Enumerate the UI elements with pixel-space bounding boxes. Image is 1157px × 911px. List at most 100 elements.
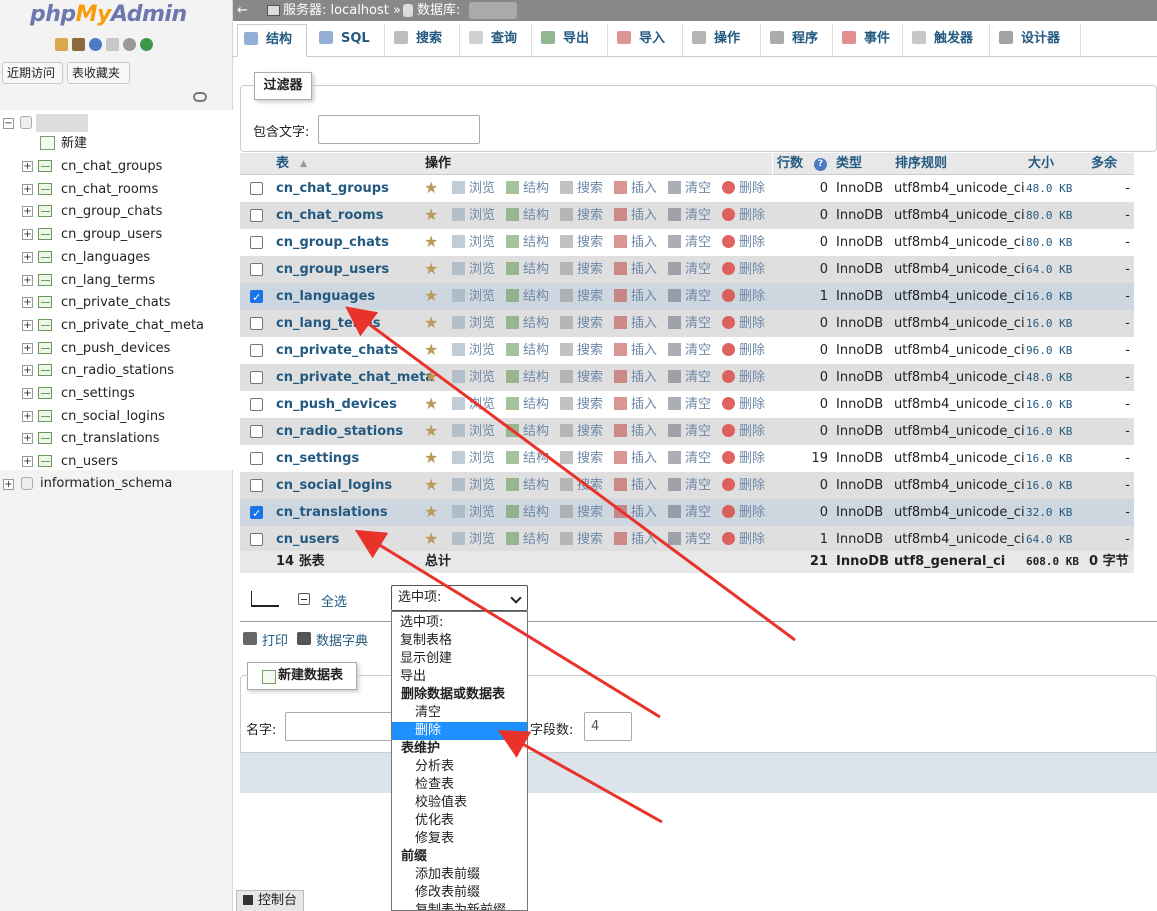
action-insert[interactable]: 插入 — [614, 337, 657, 364]
action-browse[interactable]: 浏览 — [452, 229, 495, 256]
sidebar-table-item[interactable]: cn_languages — [61, 247, 150, 269]
sidebar-table-item[interactable]: cn_group_users — [61, 224, 162, 246]
action-drop[interactable]: 删除 — [722, 256, 765, 283]
action-drop[interactable]: 删除 — [722, 310, 765, 337]
action-browse[interactable]: 浏览 — [452, 310, 495, 337]
row-checkbox[interactable] — [250, 263, 263, 276]
breadcrumb-server[interactable]: 服务器: localhost » — [283, 0, 401, 21]
select-all-checkbox[interactable] — [298, 593, 310, 605]
help-icon[interactable] — [89, 38, 102, 51]
action-insert[interactable]: 插入 — [614, 364, 657, 391]
action-search[interactable]: 搜索 — [560, 364, 603, 391]
favorite-star-icon[interactable]: ★ — [424, 504, 438, 520]
database-name-redacted[interactable] — [36, 114, 88, 132]
action-insert[interactable]: 插入 — [614, 391, 657, 418]
table-row[interactable]: cn_radio_stations ★ 浏览 结构 搜索 插入 清空 删除 0 InnoDB utf… — [240, 418, 1134, 445]
expand-icon[interactable]: + — [22, 229, 33, 241]
dropdown-option[interactable]: 复制表为新前缀 — [392, 902, 527, 910]
row-checkbox[interactable] — [250, 398, 263, 411]
action-insert[interactable]: 插入 — [614, 472, 657, 499]
tab-sql[interactable]: SQL — [313, 24, 385, 57]
sidebar-table-item[interactable]: cn_group_chats — [61, 201, 162, 223]
action-drop[interactable]: 删除 — [722, 283, 765, 310]
table-name-link[interactable]: cn_private_chat_meta — [276, 364, 434, 391]
column-header-table[interactable]: 表 — [276, 153, 289, 175]
reload-icon[interactable] — [140, 38, 153, 51]
action-search[interactable]: 搜索 — [560, 283, 603, 310]
favorite-star-icon[interactable]: ★ — [424, 261, 438, 277]
action-structure[interactable]: 结构 — [506, 229, 549, 256]
settings-gear-icon[interactable] — [123, 38, 136, 51]
row-checkbox[interactable] — [250, 371, 263, 384]
sidebar-table-item[interactable]: cn_chat_rooms — [61, 179, 158, 201]
action-empty[interactable]: 清空 — [668, 310, 711, 337]
tab-routines[interactable]: 程序 — [764, 24, 833, 57]
tab-structure[interactable]: 结构 — [237, 24, 307, 57]
action-structure[interactable]: 结构 — [506, 337, 549, 364]
logout-icon[interactable] — [72, 38, 85, 51]
action-drop[interactable]: 删除 — [722, 337, 765, 364]
action-search[interactable]: 搜索 — [560, 337, 603, 364]
sidebar-table-item[interactable]: cn_chat_groups — [61, 156, 162, 178]
action-insert[interactable]: 插入 — [614, 418, 657, 445]
column-header-overhead[interactable]: 多余 — [1091, 153, 1117, 175]
table-row[interactable]: cn_social_logins ★ 浏览 结构 搜索 插入 清空 删除 0 InnoDB utf8… — [240, 472, 1134, 499]
table-name-link[interactable]: cn_radio_stations — [276, 418, 403, 445]
docs-icon[interactable] — [106, 38, 119, 51]
table-name-link[interactable]: cn_languages — [276, 283, 375, 310]
console-toggle[interactable]: 控制台 — [236, 890, 304, 911]
link-with-main-icon[interactable] — [193, 92, 207, 102]
tab-query[interactable]: 查询 — [463, 24, 532, 57]
favorite-star-icon[interactable]: ★ — [424, 450, 438, 466]
collapse-icon[interactable]: − — [3, 118, 14, 129]
filter-input[interactable] — [318, 115, 480, 144]
sidebar-table-item[interactable]: cn_radio_stations — [61, 360, 174, 382]
expand-icon[interactable]: + — [22, 251, 33, 263]
action-insert[interactable]: 插入 — [614, 445, 657, 472]
tab-triggers[interactable]: 触发器 — [906, 24, 990, 57]
expand-icon[interactable]: + — [22, 161, 33, 172]
action-empty[interactable]: 清空 — [668, 472, 711, 499]
action-drop[interactable]: 删除 — [722, 391, 765, 418]
action-empty[interactable]: 清空 — [668, 202, 711, 229]
row-checkbox[interactable] — [250, 236, 263, 249]
with-selected-select[interactable]: 选中项: — [391, 585, 528, 611]
sidebar-table-item[interactable]: cn_settings — [61, 383, 135, 405]
expand-icon[interactable]: + — [22, 206, 33, 218]
sidebar-db-information-schema[interactable]: information_schema — [40, 473, 172, 495]
favorite-star-icon[interactable]: ★ — [424, 531, 438, 547]
action-structure[interactable]: 结构 — [506, 445, 549, 472]
expand-icon[interactable]: + — [22, 342, 33, 354]
table-row[interactable]: cn_push_devices ★ 浏览 结构 搜索 插入 清空 删除 0 InnoDB utf8m… — [240, 391, 1134, 418]
action-search[interactable]: 搜索 — [560, 472, 603, 499]
recent-button[interactable]: 近期访问 — [2, 62, 63, 84]
action-browse[interactable]: 浏览 — [452, 418, 495, 445]
dropdown-option[interactable]: 显示创建 — [392, 650, 527, 668]
action-empty[interactable]: 清空 — [668, 337, 711, 364]
row-checkbox[interactable] — [250, 344, 263, 357]
table-name-link[interactable]: cn_push_devices — [276, 391, 397, 418]
action-insert[interactable]: 插入 — [614, 310, 657, 337]
action-drop[interactable]: 删除 — [722, 499, 765, 526]
table-name-input[interactable] — [285, 712, 395, 741]
table-name-link[interactable]: cn_group_chats — [276, 229, 389, 256]
favorite-star-icon[interactable]: ★ — [424, 288, 438, 304]
tab-operations[interactable]: 操作 — [686, 24, 761, 57]
action-search[interactable]: 搜索 — [560, 499, 603, 526]
column-header-collation[interactable]: 排序规则 — [895, 153, 947, 175]
table-row[interactable]: cn_lang_terms ★ 浏览 结构 搜索 插入 清空 删除 0 InnoDB utf8mb4… — [240, 310, 1134, 337]
action-search[interactable]: 搜索 — [560, 526, 603, 553]
sidebar-table-item[interactable]: cn_lang_terms — [61, 270, 155, 292]
action-search[interactable]: 搜索 — [560, 445, 603, 472]
action-structure[interactable]: 结构 — [506, 391, 549, 418]
dropdown-option[interactable]: 添加表前缀 — [392, 866, 527, 884]
action-structure[interactable]: 结构 — [506, 364, 549, 391]
favorite-star-icon[interactable]: ★ — [424, 423, 438, 439]
sidebar-table-item[interactable]: cn_translations — [61, 428, 160, 450]
action-drop[interactable]: 删除 — [722, 364, 765, 391]
action-browse[interactable]: 浏览 — [452, 445, 495, 472]
table-row[interactable]: cn_group_chats ★ 浏览 结构 搜索 插入 清空 删除 0 InnoDB utf8mb… — [240, 229, 1134, 256]
action-search[interactable]: 搜索 — [560, 391, 603, 418]
action-empty[interactable]: 清空 — [668, 175, 711, 202]
table-row[interactable]: cn_private_chats ★ 浏览 结构 搜索 插入 清空 删除 0 InnoDB utf8… — [240, 337, 1134, 364]
